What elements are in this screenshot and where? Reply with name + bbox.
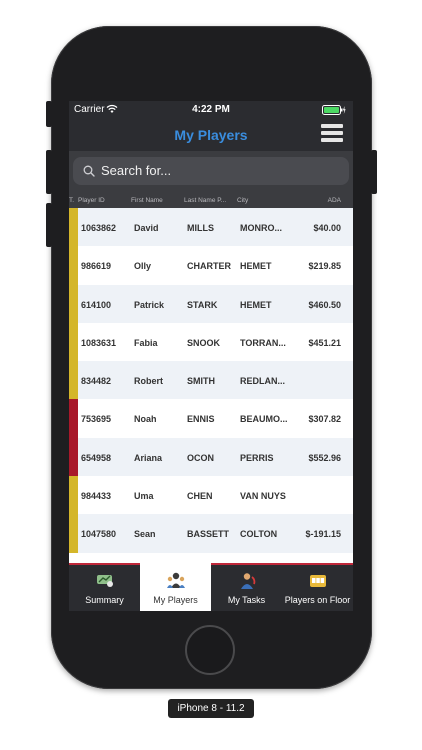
app-screen: Carrier 4:22 PM My Players Search for... [69, 101, 353, 611]
battery-charging-icon [322, 105, 346, 115]
players-table: 1063862 David MILLS MONRO... $40.00 9866… [69, 208, 353, 563]
search-input[interactable]: Search for... [73, 157, 349, 185]
player-id-cell: 834482 [81, 376, 112, 387]
column-header-city[interactable]: City [237, 197, 287, 204]
column-header-player-id[interactable]: Player ID [78, 197, 128, 204]
status-indicator [69, 514, 78, 553]
column-header-first-name[interactable]: First Name [131, 197, 181, 204]
city-cell: REDLAN... [240, 376, 285, 387]
last-name-cell: SNOOK [187, 337, 221, 348]
search-bar: Search for... [69, 151, 353, 193]
status-indicator [69, 476, 78, 515]
player-id-cell: 614100 [81, 299, 112, 310]
first-name-cell: Fabia [134, 337, 158, 348]
last-name-cell: OCON [187, 452, 214, 463]
tab-my-players[interactable]: My Players [140, 563, 211, 611]
table-row[interactable]: 753695 Noah ENNIS BEAUMO... $307.82 [69, 399, 353, 438]
tab-summary-label: Summary [85, 595, 124, 605]
player-id-cell: 986619 [81, 261, 112, 272]
table-row[interactable]: 1083631 Fabia SNOOK TORRAN... $451.21 [69, 322, 353, 362]
first-name-cell: David [134, 223, 159, 233]
status-indicator [69, 208, 78, 247]
mute-switch [46, 101, 52, 127]
first-name-cell: Noah [134, 414, 157, 425]
page-title: My Players [174, 127, 248, 143]
ada-cell: $-191.15 [305, 529, 341, 540]
player-id-cell: 1083631 [81, 337, 117, 348]
ada-cell: $219.85 [308, 261, 341, 272]
first-name-cell: Sean [134, 529, 156, 540]
status-bar: Carrier 4:22 PM [69, 101, 353, 119]
table-row[interactable]: 614100 Patrick STARK HEMET $460.50 [69, 284, 353, 323]
table-header: T. Player ID First Name Last Name P... C… [69, 193, 353, 208]
status-indicator [69, 361, 78, 400]
ada-cell: $451.21 [308, 337, 341, 348]
player-id-cell: 984433 [81, 491, 112, 502]
last-name-cell: BASSETT [187, 529, 230, 540]
player-id-cell: 1063862 [81, 223, 117, 233]
player-id-cell: 753695 [81, 414, 112, 425]
tab-players-on-floor[interactable]: Players on Floor [282, 563, 353, 611]
table-row[interactable]: 1047580 Sean BASSETT COLTON $-191.15 [69, 514, 353, 553]
player-id-cell: 1047580 [81, 529, 117, 540]
player-id-cell: 654958 [81, 452, 112, 463]
ada-cell: $307.82 [308, 414, 341, 425]
device-label: iPhone 8 - 11.2 [168, 699, 254, 718]
column-header-type[interactable]: T. [69, 197, 77, 204]
power-button [371, 150, 377, 194]
table-row[interactable]: 984433 Uma CHEN VAN NUYS [69, 476, 353, 515]
status-indicator [69, 246, 78, 285]
last-name-cell: CHARTER [187, 261, 231, 272]
ada-cell: $460.50 [308, 299, 341, 310]
players-group-icon [167, 572, 185, 588]
first-name-cell: Patrick [134, 299, 165, 310]
last-name-cell: SMITH [187, 376, 215, 387]
tab-my-players-label: My Players [153, 595, 198, 605]
ada-cell: $40.00 [313, 223, 341, 233]
hamburger-menu-icon[interactable] [321, 124, 343, 146]
search-placeholder: Search for... [101, 163, 172, 178]
ada-cell: $552.96 [308, 452, 341, 463]
table-row[interactable]: 834482 Robert SMITH REDLAN... [69, 361, 353, 400]
table-row[interactable]: 1063862 David MILLS MONRO... $40.00 [69, 208, 353, 247]
last-name-cell: MILLS [187, 223, 214, 233]
status-indicator [69, 322, 78, 362]
last-name-cell: ENNIS [187, 414, 215, 425]
tasks-person-icon [241, 573, 256, 589]
volume-up-button [46, 150, 52, 194]
tab-my-tasks[interactable]: My Tasks [211, 563, 282, 611]
volume-down-button [46, 203, 52, 247]
tab-my-tasks-label: My Tasks [227, 595, 266, 605]
first-name-cell: Robert [134, 376, 163, 387]
first-name-cell: Ariana [134, 452, 163, 463]
city-cell: VAN NUYS [240, 491, 286, 502]
first-name-cell: Olly [134, 261, 152, 272]
home-button[interactable] [185, 625, 235, 675]
clock: 4:22 PM [192, 104, 230, 115]
tab-bar: Summary My Players My Tasks Players on F… [69, 563, 353, 611]
search-icon [83, 165, 95, 177]
first-name-cell: Uma [134, 491, 154, 502]
column-header-last-name[interactable]: Last Name P... [184, 197, 236, 204]
status-indicator [69, 399, 78, 438]
slot-machine-icon [310, 575, 326, 587]
summary-chart-icon [97, 575, 113, 587]
last-name-cell: STARK [187, 299, 218, 310]
status-indicator [69, 284, 78, 323]
table-row[interactable]: 654958 Ariana OCON PERRIS $552.96 [69, 437, 353, 477]
tab-summary[interactable]: Summary [69, 563, 140, 611]
column-header-ada[interactable]: ADA [301, 197, 341, 204]
tab-players-on-floor-label: Players on Floor [284, 595, 351, 605]
table-row[interactable]: 986619 Olly CHARTER HEMET $219.85 [69, 246, 353, 285]
status-indicator [69, 437, 78, 477]
last-name-cell: CHEN [187, 491, 213, 502]
navigation-bar: My Players [69, 119, 353, 151]
